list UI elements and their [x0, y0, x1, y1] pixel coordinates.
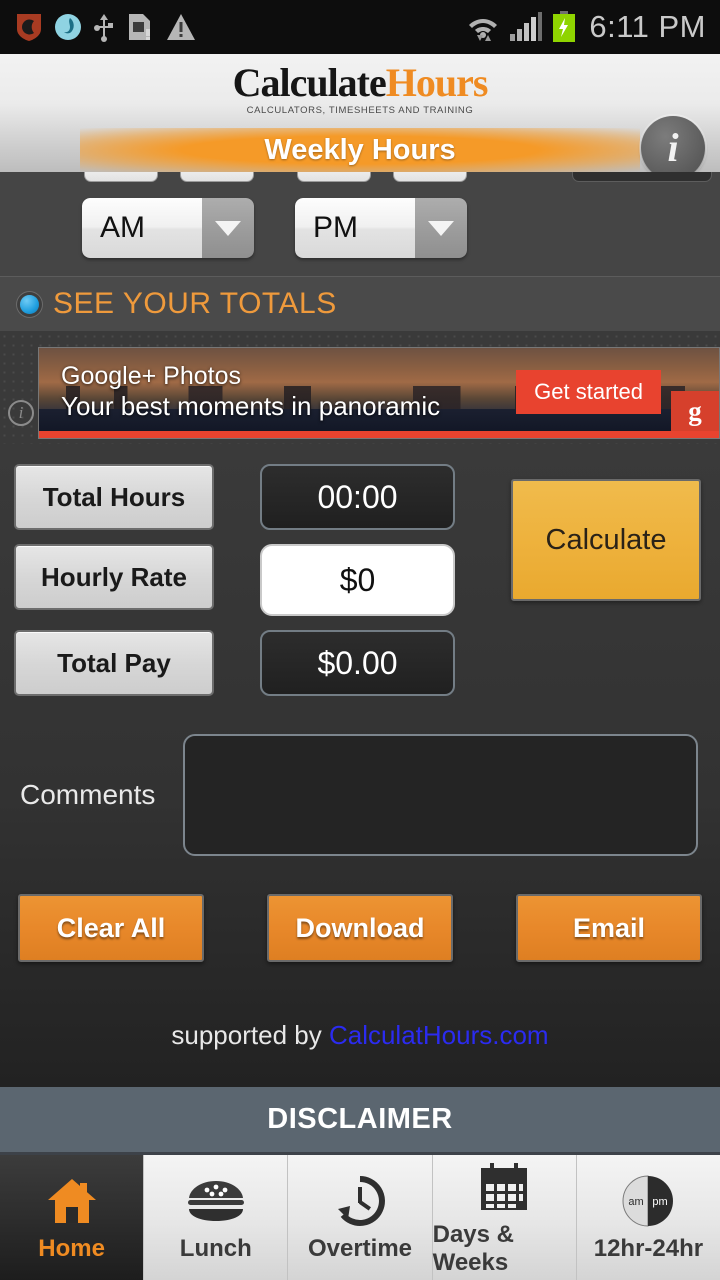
svg-text:am: am	[629, 1196, 644, 1208]
clipped-input-2[interactable]	[180, 172, 254, 182]
warning-triangle-icon	[167, 14, 195, 40]
ad-title: Google+ Photos	[61, 362, 241, 390]
hourly-rate-input[interactable]: $0	[260, 544, 455, 616]
total-hours-value[interactable]: 00:00	[260, 464, 455, 530]
email-button[interactable]: Email	[516, 894, 702, 962]
svg-text:pm: pm	[653, 1196, 668, 1208]
download-button[interactable]: Download	[267, 894, 453, 962]
google-plus-icon: g	[671, 391, 719, 431]
comments-input[interactable]	[183, 734, 698, 856]
tab-12hr-24hr-label: 12hr-24hr	[593, 1234, 704, 1262]
disclaimer-bar[interactable]: DISCLAIMER	[0, 1087, 720, 1155]
tab-12hr-24hr[interactable]: am pm 12hr-24hr	[576, 1155, 720, 1280]
calendar-icon	[478, 1159, 530, 1215]
see-your-totals-row[interactable]: SEE YOUR TOTALS	[0, 276, 720, 332]
clipped-input-1[interactable]	[84, 172, 158, 182]
totals-radio-icon[interactable]	[20, 294, 39, 314]
usb-icon	[94, 14, 113, 42]
scroll-content: AM PM SEE YOUR TOTALS i Google+ Photos Y…	[0, 172, 720, 1087]
calculator-grid: Total Hours 00:00 Calculate Hourly Rate …	[14, 464, 706, 696]
chevron-down-icon	[202, 198, 254, 258]
app-logo: CalculateHours CALCULATORS, TIMESHEETS A…	[232, 60, 489, 117]
total-pay-value[interactable]: $0.00	[260, 630, 455, 696]
status-left-icons	[16, 12, 196, 42]
tab-overtime-label: Overtime	[307, 1234, 413, 1262]
logo-text: CalculateHours	[232, 60, 489, 105]
chevron-down-icon	[415, 198, 467, 258]
ad-banner[interactable]: Google+ Photos Your best moments in pano…	[38, 347, 720, 439]
clipped-input-3[interactable]	[297, 172, 371, 182]
status-bar: 6:11 PM	[0, 0, 720, 54]
bottom-tab-bar: Home Lunch Overtime Days & Weeks am pm 1…	[0, 1155, 720, 1280]
app-screen: 6:11 PM CalculateHours CALCULATORS, TIME…	[0, 0, 720, 1280]
logo-primary: Calculate	[232, 60, 387, 105]
burger-icon	[185, 1173, 247, 1229]
am-dropdown-value: AM	[82, 198, 202, 258]
ad-accent-line	[39, 431, 719, 438]
pm-dropdown-value: PM	[295, 198, 415, 258]
total-hours-label[interactable]: Total Hours	[14, 464, 214, 530]
supported-by-credit: supported by CalculatHours.com	[14, 1020, 706, 1051]
tab-lunch-label: Lunch	[179, 1234, 252, 1262]
ad-zone: i Google+ Photos Your best moments in pa…	[0, 332, 720, 444]
tab-home-label: Home	[38, 1234, 105, 1262]
ad-info-icon[interactable]: i	[8, 400, 34, 426]
pm-dropdown[interactable]: PM	[295, 198, 467, 258]
page-subtitle-band: Weekly Hours	[0, 128, 720, 172]
see-your-totals-label: SEE YOUR TOTALS	[53, 287, 337, 320]
signal-bars-icon	[510, 12, 543, 41]
status-clock: 6:11 PM	[589, 9, 706, 44]
tab-days-weeks-label: Days & Weeks	[432, 1220, 514, 1276]
comments-row: Comments	[14, 734, 706, 856]
am-dropdown[interactable]: AM	[82, 198, 254, 258]
battery-charging-icon	[553, 11, 576, 42]
clipped-input-row	[0, 172, 720, 184]
calculate-button[interactable]: Calculate	[511, 479, 701, 601]
am-pm-circle-icon: am pm	[621, 1173, 675, 1229]
clear-all-button[interactable]: Clear All	[18, 894, 204, 962]
clipped-input-4[interactable]	[393, 172, 467, 182]
clock-arrow-icon	[334, 1173, 386, 1229]
info-button[interactable]: i	[641, 116, 705, 172]
page-title: Weekly Hours	[264, 133, 456, 166]
total-pay-label[interactable]: Total Pay	[14, 630, 214, 696]
shield-icon	[17, 14, 41, 41]
calculator-panel: Total Hours 00:00 Calculate Hourly Rate …	[0, 444, 720, 1087]
ad-subtitle: Your best moments in panoramic	[61, 390, 441, 421]
ad-cta-button[interactable]: Get started	[516, 370, 661, 414]
comments-label: Comments	[20, 779, 156, 810]
am-pm-row: AM PM	[0, 184, 720, 276]
tab-home[interactable]: Home	[0, 1155, 145, 1280]
tab-days-weeks[interactable]: Days & Weeks	[432, 1155, 577, 1280]
action-button-row: Clear All Download Email	[14, 894, 706, 962]
clipped-input-5[interactable]	[572, 172, 712, 182]
hourly-rate-label[interactable]: Hourly Rate	[14, 544, 214, 610]
app-header: CalculateHours CALCULATORS, TIMESHEETS A…	[0, 54, 720, 172]
sd-card-alert-icon	[129, 14, 150, 40]
home-icon	[44, 1173, 100, 1229]
info-icon: i	[667, 125, 679, 170]
tab-lunch[interactable]: Lunch	[144, 1155, 289, 1280]
credit-prefix: supported by	[171, 1020, 329, 1050]
app-circle-icon	[55, 14, 81, 40]
logo-secondary: Hours	[385, 60, 489, 105]
wifi-icon	[469, 19, 498, 41]
ad-text-block: Google+ Photos Your best moments in pano…	[61, 362, 440, 422]
calculathours-link[interactable]: CalculatHours.com	[329, 1020, 549, 1050]
status-right-icons: 6:11 PM	[466, 9, 706, 45]
logo-tagline: CALCULATORS, TIMESHEETS AND TRAINING	[246, 105, 474, 116]
tab-overtime[interactable]: Overtime	[288, 1155, 433, 1280]
